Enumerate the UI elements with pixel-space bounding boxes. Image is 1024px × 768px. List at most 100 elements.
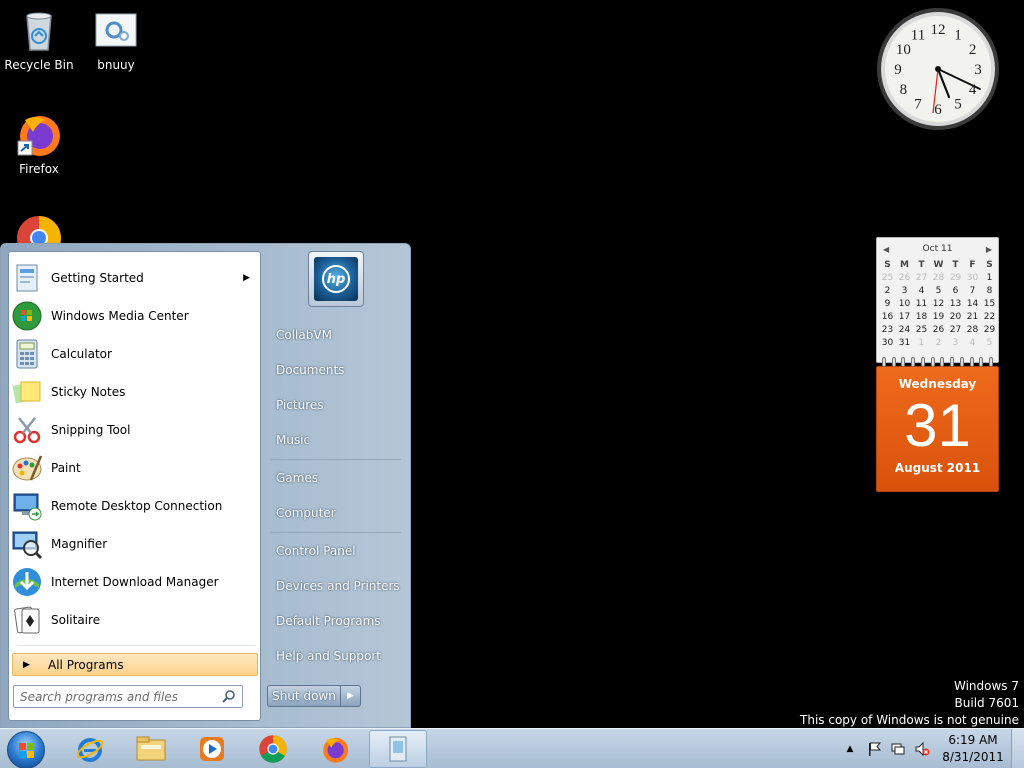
calendar-day[interactable]: 19 — [930, 312, 947, 325]
action-center-tray[interactable] — [864, 729, 884, 768]
start-button[interactable] — [7, 731, 45, 768]
start-program-paint[interactable]: Paint — [11, 450, 258, 486]
calendar-month-view: ◀ Oct 11 ▶ S M T W T F S 25 26 27 28 29 30 1 2 3 4 5 6 7 8 9 1… — [876, 237, 999, 367]
calendar-day[interactable]: 13 — [947, 299, 964, 312]
start-item-devices-and-printers[interactable]: Devices and Printers — [271, 571, 405, 601]
calendar-day[interactable]: 30 — [879, 338, 896, 351]
user-picture[interactable]: hp — [308, 251, 364, 307]
start-program-calculator[interactable]: Calculator — [11, 336, 258, 372]
taskbar-clock[interactable]: 6:19 AM 8/31/2011 — [940, 732, 1006, 766]
start-item-computer[interactable]: Computer — [271, 498, 405, 528]
all-programs-button[interactable]: ▶ All Programs — [12, 653, 258, 676]
calendar-day[interactable]: 23 — [879, 325, 896, 338]
search-input[interactable]: Search programs and files — [13, 685, 243, 708]
calendar-weekday-header: S — [884, 260, 891, 270]
calendar-day[interactable]: 22 — [981, 312, 998, 325]
shutdown-options-button[interactable]: ▶ — [341, 685, 361, 707]
calendar-day[interactable]: 2 — [879, 286, 896, 299]
submenu-arrow-icon[interactable]: ▶ — [243, 273, 250, 283]
recycle-bin-icon — [15, 6, 63, 54]
calendar-day[interactable]: 3 — [896, 286, 913, 299]
clock-numeral: 10 — [896, 42, 911, 58]
calendar-day[interactable]: 29 — [981, 325, 998, 338]
all-programs-label: All Programs — [48, 657, 124, 672]
calendar-day[interactable]: 5 — [930, 286, 947, 299]
calendar-day[interactable]: 28 — [930, 273, 947, 286]
chrome-icon — [259, 735, 287, 763]
taskbar: ▲ 6:19 AM 8/31/2011 — [0, 728, 1024, 768]
start-item-music[interactable]: Music — [271, 425, 405, 455]
calendar-day[interactable]: 27 — [947, 325, 964, 338]
calendar-day[interactable]: 28 — [964, 325, 981, 338]
start-item-games[interactable]: Games — [271, 463, 405, 493]
calendar-day[interactable]: 24 — [896, 325, 913, 338]
network-icon — [891, 743, 905, 755]
desktop-icon-firefox[interactable]: Firefox — [1, 110, 77, 176]
taskbar-chrome[interactable] — [244, 730, 302, 768]
desktop-icon-bnuuy[interactable]: bnuuy — [78, 6, 154, 72]
start-program-remote-desktop-connection[interactable]: Remote Desktop Connection — [11, 488, 258, 524]
show-desktop-button[interactable] — [1011, 729, 1024, 768]
calendar-day[interactable]: 3 — [947, 338, 964, 351]
calendar-day[interactable]: 18 — [913, 312, 930, 325]
start-program-getting-started[interactable]: Getting Started ▶ — [11, 260, 258, 296]
calendar-day[interactable]: 16 — [879, 312, 896, 325]
calendar-day[interactable]: 2 — [930, 338, 947, 351]
start-item-help-and-support[interactable]: Help and Support — [271, 641, 405, 671]
taskbar-internet-explorer[interactable] — [61, 730, 119, 768]
calendar-day[interactable]: 11 — [913, 299, 930, 312]
calendar-day[interactable]: 6 — [947, 286, 964, 299]
calendar-day[interactable]: 4 — [913, 286, 930, 299]
calendar-day[interactable]: 17 — [896, 312, 913, 325]
calendar-gadget[interactable]: ◀ Oct 11 ▶ S M T W T F S 25 26 27 28 29 30 1 2 3 4 5 6 7 8 9 1… — [876, 237, 999, 494]
clock-gadget[interactable]: 12 1 2 3 4 5 6 7 8 9 10 11 — [876, 7, 1000, 131]
shutdown-button[interactable]: Shut down — [267, 685, 341, 707]
taskbar-unknown-app[interactable] — [369, 730, 427, 768]
calendar-day[interactable]: 9 — [879, 299, 896, 312]
start-program-solitaire[interactable]: Solitaire — [11, 602, 258, 638]
calendar-day[interactable]: 31 — [896, 338, 913, 351]
start-program-windows-media-center[interactable]: Windows Media Center — [11, 298, 258, 334]
watermark-build: Build 7601 — [954, 696, 1019, 710]
calendar-weekday-header: M — [900, 260, 909, 270]
taskbar-media-player[interactable] — [183, 730, 241, 768]
calendar-day[interactable]: 26 — [896, 273, 913, 286]
network-tray[interactable] — [888, 729, 908, 768]
calendar-day[interactable]: 5 — [981, 338, 998, 351]
calendar-day[interactable]: 25 — [879, 273, 896, 286]
start-item-default-programs[interactable]: Default Programs — [271, 606, 405, 636]
calendar-day[interactable]: 27 — [913, 273, 930, 286]
start-program-sticky-notes[interactable]: Sticky Notes — [11, 374, 258, 410]
calendar-day[interactable]: 7 — [964, 286, 981, 299]
calendar-day[interactable]: 4 — [964, 338, 981, 351]
calendar-day[interactable]: 20 — [947, 312, 964, 325]
calendar-day[interactable]: 10 — [896, 299, 913, 312]
calendar-day[interactable]: 15 — [981, 299, 998, 312]
calendar-day[interactable]: 29 — [947, 273, 964, 286]
show-hidden-icons[interactable]: ▲ — [842, 729, 858, 768]
calendar-day[interactable]: 12 — [930, 299, 947, 312]
calendar-day[interactable]: 26 — [930, 325, 947, 338]
calendar-day[interactable]: 1 — [981, 273, 998, 286]
desktop-icon-recycle-bin[interactable]: Recycle Bin — [1, 6, 77, 72]
start-item-control-panel[interactable]: Control Panel — [271, 536, 405, 566]
previous-month-icon[interactable]: ◀ — [883, 245, 889, 254]
calendar-day[interactable]: 14 — [964, 299, 981, 312]
start-item-collabvm[interactable]: CollabVM — [271, 320, 405, 350]
volume-tray[interactable] — [912, 729, 932, 768]
start-item-pictures[interactable]: Pictures — [271, 390, 405, 420]
calendar-day[interactable]: 21 — [964, 312, 981, 325]
start-program-label: Internet Download Manager — [51, 575, 219, 589]
next-month-icon[interactable]: ▶ — [986, 245, 992, 254]
calendar-day[interactable]: 25 — [913, 325, 930, 338]
calendar-day[interactable]: 1 — [913, 338, 930, 351]
start-program-snipping-tool[interactable]: Snipping Tool — [11, 412, 258, 448]
start-item-documents[interactable]: Documents — [271, 355, 405, 385]
calendar-day[interactable]: 30 — [964, 273, 981, 286]
taskbar-windows-explorer[interactable] — [122, 730, 180, 768]
start-program-internet-download-manager[interactable]: Internet Download Manager — [11, 564, 258, 600]
calendar-day[interactable]: 8 — [981, 286, 998, 299]
start-program-magnifier[interactable]: Magnifier — [11, 526, 258, 562]
arrow-right-icon: ▶ — [347, 691, 354, 701]
taskbar-firefox[interactable] — [306, 730, 364, 768]
